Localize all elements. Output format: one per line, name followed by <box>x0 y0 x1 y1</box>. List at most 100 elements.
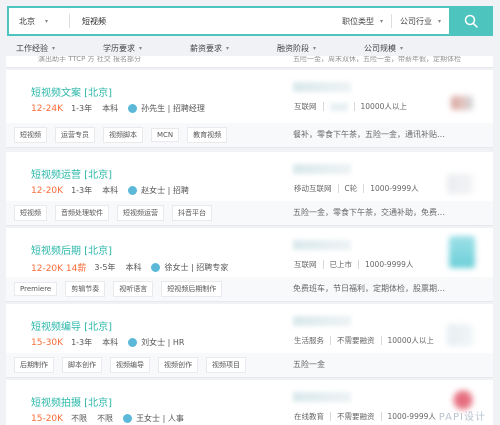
company-industry: 互联网 <box>294 260 317 269</box>
search-icon <box>464 14 478 28</box>
company-industry: 在线教育 <box>294 412 324 421</box>
city-label: 北京 <box>19 16 35 26</box>
company-stage: 已上市 <box>329 260 353 269</box>
filter-label: 工作经验 <box>16 43 48 53</box>
salary: 15-20K <box>31 413 64 424</box>
caret-down-icon: ▾ <box>437 17 441 25</box>
divider <box>337 184 339 193</box>
caret-down-icon: ▾ <box>139 44 143 52</box>
recruiter: 孙先生 | 招聘经理 <box>141 104 205 113</box>
company-logo[interactable] <box>447 174 473 194</box>
search-button[interactable] <box>449 6 493 36</box>
company-logo[interactable] <box>453 390 473 410</box>
company-meta: 移动互联网 C轮 1000-9999人 <box>294 183 419 194</box>
avatar-icon <box>123 414 133 423</box>
search-bar: 北京 ▾ 短视频 职位类型 ▾ 公司行业 ▾ <box>7 6 493 36</box>
company-stage: C轮 <box>344 184 358 193</box>
industry-select[interactable]: 公司行业 ▾ <box>392 16 449 27</box>
job-meta: 15-30K 1-3年 本科 刘女士 | HR <box>31 337 195 348</box>
education: 本科 <box>102 338 119 347</box>
job-title[interactable]: 短视频文案 [北京] <box>31 84 112 99</box>
salary: 15-30K <box>31 337 64 348</box>
company-name-blurred[interactable] <box>293 392 351 402</box>
company-logo[interactable] <box>449 236 475 268</box>
city-select[interactable]: 北京 ▾ <box>9 8 69 34</box>
company-name-blurred[interactable] <box>293 164 351 174</box>
job-type-label: 职位类型 <box>341 16 374 26</box>
skill-tag: 后期制作 <box>14 357 54 373</box>
divider <box>322 102 324 111</box>
skill-tag: 运营专员 <box>55 127 95 143</box>
skill-tag: 音频处理软件 <box>55 205 109 221</box>
skill-tag: 短视频 <box>14 127 47 143</box>
education: 不限 <box>97 414 114 423</box>
divider <box>353 102 355 111</box>
benefits: 餐补，零食下午茶，五险一金，通讯补贴，节日福利，定... <box>293 130 447 139</box>
salary: 12-20K <box>31 185 64 196</box>
company-industry: 生活服务 <box>294 336 324 345</box>
caret-down-icon: ▾ <box>226 44 230 52</box>
partial-tags: 演出助手 TTCP 方 社交 报名部分 <box>38 56 142 63</box>
skill-tag: Premiere <box>14 282 58 296</box>
education: 本科 <box>102 186 119 195</box>
company-name-blurred[interactable] <box>293 82 351 92</box>
caret-down-icon: ▾ <box>400 44 404 52</box>
skill-tag: 短视频 <box>14 205 47 221</box>
education: 本科 <box>125 263 142 272</box>
filter-experience[interactable]: 工作经验 ▾ <box>16 43 55 54</box>
company-size: 10000人以上 <box>387 336 434 345</box>
avatar-icon <box>128 338 138 347</box>
filter-salary[interactable]: 薪资要求 ▾ <box>190 43 229 54</box>
company-name-blurred[interactable] <box>293 240 351 250</box>
company-logo[interactable] <box>451 96 473 110</box>
job-card[interactable]: 短视频后期 [北京] 12-20K 14薪 3-5年 本科 徐女士 | 招聘专家… <box>6 228 493 302</box>
company-name-blurred[interactable] <box>293 316 351 326</box>
filter-company-size[interactable]: 公司规模 ▾ <box>364 43 403 54</box>
filter-funding[interactable]: 融资阶段 ▾ <box>277 43 316 54</box>
search-input[interactable]: 短视频 <box>70 16 334 27</box>
company-stage: 不需要融资 <box>337 412 375 421</box>
skill-tag: 视频脚本 <box>103 127 143 143</box>
job-meta: 15-20K 不限 不限 王女士 | 人事 <box>31 413 194 424</box>
salary: 12-24K <box>31 103 64 114</box>
divider <box>363 184 365 193</box>
company-size: 1000-9999人 <box>370 184 419 193</box>
company-meta: 互联网 10000人以上 <box>294 101 407 112</box>
filter-education[interactable]: 学历要求 ▾ <box>103 43 142 54</box>
job-title[interactable]: 短视频拍摄 [北京] <box>31 394 112 409</box>
job-type-select[interactable]: 职位类型 ▾ <box>334 16 391 27</box>
filter-label: 学历要求 <box>103 43 135 53</box>
skill-tag: 视频创作 <box>158 357 198 373</box>
job-card[interactable]: 短视频运营 [北京] 12-20K 1-3年 本科 赵女士 | 招聘 移动互联网… <box>6 152 493 226</box>
recruiter: 徐女士 | 招聘专家 <box>164 263 229 272</box>
experience: 3-5年 <box>94 263 116 272</box>
filter-label: 薪资要求 <box>190 43 222 53</box>
filter-label: 融资阶段 <box>277 43 309 53</box>
filter-row: 工作经验 ▾ 学历要求 ▾ 薪资要求 ▾ 融资阶段 ▾ 公司规模 ▾ <box>0 40 500 56</box>
job-meta: 12-20K 1-3年 本科 赵女士 | 招聘 <box>31 185 199 196</box>
experience: 1-3年 <box>71 186 93 195</box>
company-meta: 生活服务 不需要融资 10000人以上 <box>294 335 434 346</box>
job-card-partial[interactable]: 演出助手 TTCP 方 社交 报名部分 五险一金，周末双休，五险一金，带薪年假，… <box>6 56 493 68</box>
education: 本科 <box>102 104 119 113</box>
caret-down-icon: ▾ <box>45 17 49 25</box>
recruiter: 赵女士 | 招聘 <box>141 186 189 195</box>
job-card[interactable]: 短视频文案 [北京] 12-24K 1-3年 本科 孙先生 | 招聘经理 互联网… <box>6 70 493 148</box>
benefits: 五险一金，零食下午茶，交通补助，免费班车，年终奖，... <box>293 208 447 217</box>
job-meta: 12-24K 1-3年 本科 孙先生 | 招聘经理 <box>31 103 215 114</box>
job-title[interactable]: 短视频编导 [北京] <box>31 318 112 333</box>
company-logo[interactable] <box>447 324 473 346</box>
job-card[interactable]: 短视频拍摄 [北京] 15-20K 不限 不限 王女士 | 人事 在线教育 不需… <box>6 380 493 425</box>
divider <box>358 260 359 269</box>
avatar-icon <box>151 263 161 272</box>
salary: 12-20K 14薪 <box>31 264 87 274</box>
skill-tag: MCN <box>151 128 180 142</box>
job-title[interactable]: 短视频后期 [北京] <box>31 242 112 257</box>
watermark: PAPI设计 <box>438 412 486 423</box>
divider <box>330 336 331 345</box>
skill-tag: 视频项目 <box>206 357 246 373</box>
company-stage: 不需要融资 <box>337 336 375 345</box>
job-card[interactable]: 短视频编导 [北京] 15-30K 1-3年 本科 刘女士 | HR 生活服务 … <box>6 304 493 378</box>
job-title[interactable]: 短视频运营 [北京] <box>31 166 112 181</box>
skill-tag: 视频编导 <box>110 357 150 373</box>
